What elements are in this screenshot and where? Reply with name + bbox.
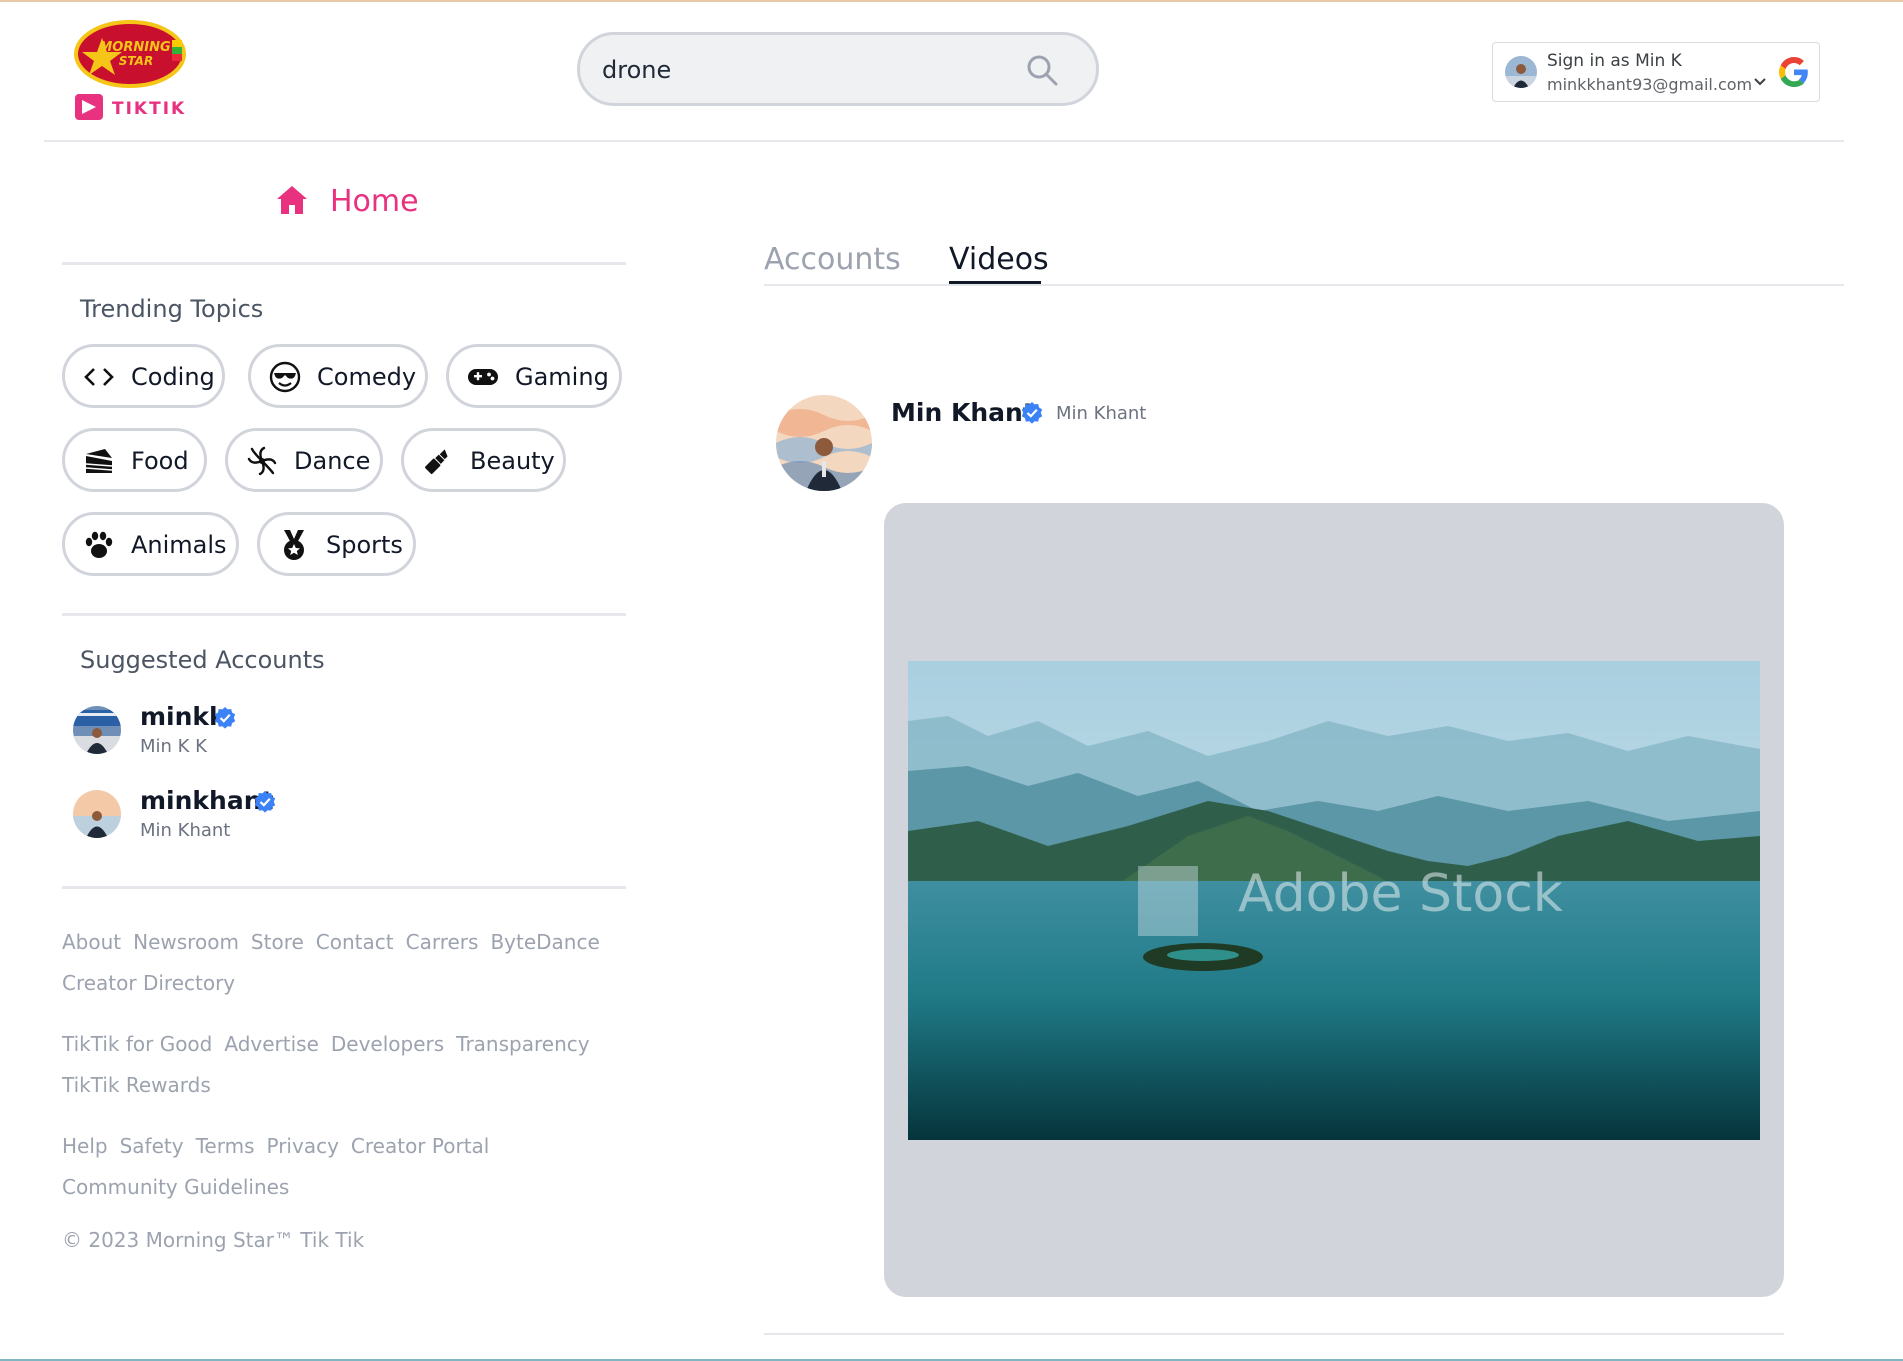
svg-text:Adobe Stock: Adobe Stock <box>1238 864 1563 924</box>
footer-link-transparency[interactable]: Transparency <box>456 1032 589 1056</box>
search-icon[interactable] <box>1026 54 1058 86</box>
footer-link-privacy[interactable]: Privacy <box>267 1134 339 1158</box>
video-player[interactable]: Adobe Stock <box>908 661 1760 1140</box>
topic-label: Sports <box>326 531 403 559</box>
search-input[interactable] <box>600 47 1004 93</box>
footer-link-store[interactable]: Store <box>251 930 304 954</box>
tab-accounts[interactable]: Accounts <box>764 242 901 277</box>
footer-links-group-3: Help Safety Terms Privacy Creator Portal Comm… <box>62 1126 622 1208</box>
topic-label: Gaming <box>515 363 609 391</box>
footer-links-group-2: TikTik for Good Advertise Developers Transp… <box>62 1024 622 1106</box>
copyright-text: © 2023 Morning Star™ Tik Tik <box>62 1228 365 1252</box>
footer-link-bytedance[interactable]: ByteDance <box>490 930 599 954</box>
avatar <box>73 790 121 838</box>
verified-badge-icon <box>214 707 236 729</box>
chevron-down-icon <box>1754 78 1766 86</box>
avatar <box>73 706 121 754</box>
topic-label: Animals <box>131 531 227 559</box>
home-icon <box>277 186 307 214</box>
topic-beauty[interactable]: Beauty <box>401 428 566 492</box>
topic-animals[interactable]: Animals <box>62 512 239 576</box>
search-bar <box>577 32 1099 106</box>
active-tab-indicator <box>949 281 1041 284</box>
user-avatar <box>1505 56 1537 88</box>
footer-link-carrers[interactable]: Carrers <box>406 930 479 954</box>
google-signin-button[interactable]: Sign in as Min K minkkhant93@gmail.com <box>1492 42 1820 102</box>
footer-link-tiktik-rewards[interactable]: TikTik Rewards <box>62 1073 211 1097</box>
cake-icon <box>85 449 113 473</box>
svg-text:MORNING: MORNING <box>99 40 171 55</box>
svg-text:TIKTIK: TIKTIK <box>112 99 186 119</box>
footer-link-creator-portal[interactable]: Creator Portal <box>351 1134 489 1158</box>
footer-link-safety[interactable]: Safety <box>120 1134 184 1158</box>
sidebar-divider <box>62 262 626 265</box>
topic-label: Beauty <box>470 447 555 475</box>
footer-link-advertise[interactable]: Advertise <box>224 1032 319 1056</box>
account-name: Min K K <box>140 736 207 757</box>
footer-link-terms[interactable]: Terms <box>196 1134 255 1158</box>
suggested-account-minkhant[interactable]: minkhant Min Khant <box>73 784 373 844</box>
footer-link-help[interactable]: Help <box>62 1134 108 1158</box>
footer-link-about[interactable]: About <box>62 930 121 954</box>
verified-badge-icon <box>1021 402 1043 424</box>
topic-label: Dance <box>294 447 371 475</box>
post-author-handle: Min Khant <box>1056 403 1147 424</box>
footer-link-tiktik-for-good[interactable]: TikTik for Good <box>62 1032 212 1056</box>
paw-icon <box>85 531 113 558</box>
avatar[interactable] <box>776 395 872 491</box>
topic-sports[interactable]: Sports <box>257 512 416 576</box>
verified-badge-icon <box>254 791 276 813</box>
suggested-account-minkk[interactable]: minkk Min K K <box>73 700 373 760</box>
footer-link-creator-directory[interactable]: Creator Directory <box>62 971 235 995</box>
topic-coding[interactable]: Coding <box>62 344 225 408</box>
code-icon <box>84 368 114 386</box>
header-divider <box>44 140 1844 142</box>
trending-topics-title: Trending Topics <box>80 295 264 323</box>
signin-title: Sign in as Min K <box>1547 51 1682 71</box>
lipstick-icon <box>424 449 448 475</box>
sunglasses-face-icon <box>269 361 301 393</box>
footer-link-contact[interactable]: Contact <box>316 930 394 954</box>
footer-link-community-guidelines[interactable]: Community Guidelines <box>62 1175 289 1199</box>
footer-links-group-1: About Newsroom Store Contact Carrers ByteDanc… <box>62 922 622 1004</box>
tab-videos[interactable]: Videos <box>949 242 1049 277</box>
topic-label: Comedy <box>317 363 417 391</box>
post-author-name[interactable]: Min Khant <box>891 398 1035 427</box>
footer-link-developers[interactable]: Developers <box>331 1032 444 1056</box>
topic-gaming[interactable]: Gaming <box>446 344 622 408</box>
suggested-accounts-title: Suggested Accounts <box>80 646 325 674</box>
svg-text:STAR: STAR <box>119 54 153 68</box>
google-icon <box>1779 57 1808 87</box>
topic-label: Food <box>131 447 189 475</box>
gamepad-icon <box>468 369 498 385</box>
sidebar-divider <box>62 886 626 889</box>
footer-link-newsroom[interactable]: Newsroom <box>133 930 239 954</box>
morning-star-tiktik-logo[interactable]: MORNING STAR TIKTIK <box>72 18 186 126</box>
topic-dance[interactable]: Dance <box>225 428 383 492</box>
sidebar-divider <box>62 613 626 616</box>
tabs-divider <box>764 284 1844 286</box>
post-divider <box>764 1333 1784 1335</box>
topic-comedy[interactable]: Comedy <box>248 344 428 408</box>
signin-email: minkkhant93@gmail.com <box>1547 75 1753 94</box>
home-label: Home <box>330 184 419 219</box>
account-name: Min Khant <box>140 820 231 841</box>
topic-food[interactable]: Food <box>62 428 207 492</box>
topic-label: Coding <box>131 363 215 391</box>
window-top-border <box>0 0 1903 2</box>
medal-icon <box>284 530 304 560</box>
dance-icon <box>247 446 277 476</box>
